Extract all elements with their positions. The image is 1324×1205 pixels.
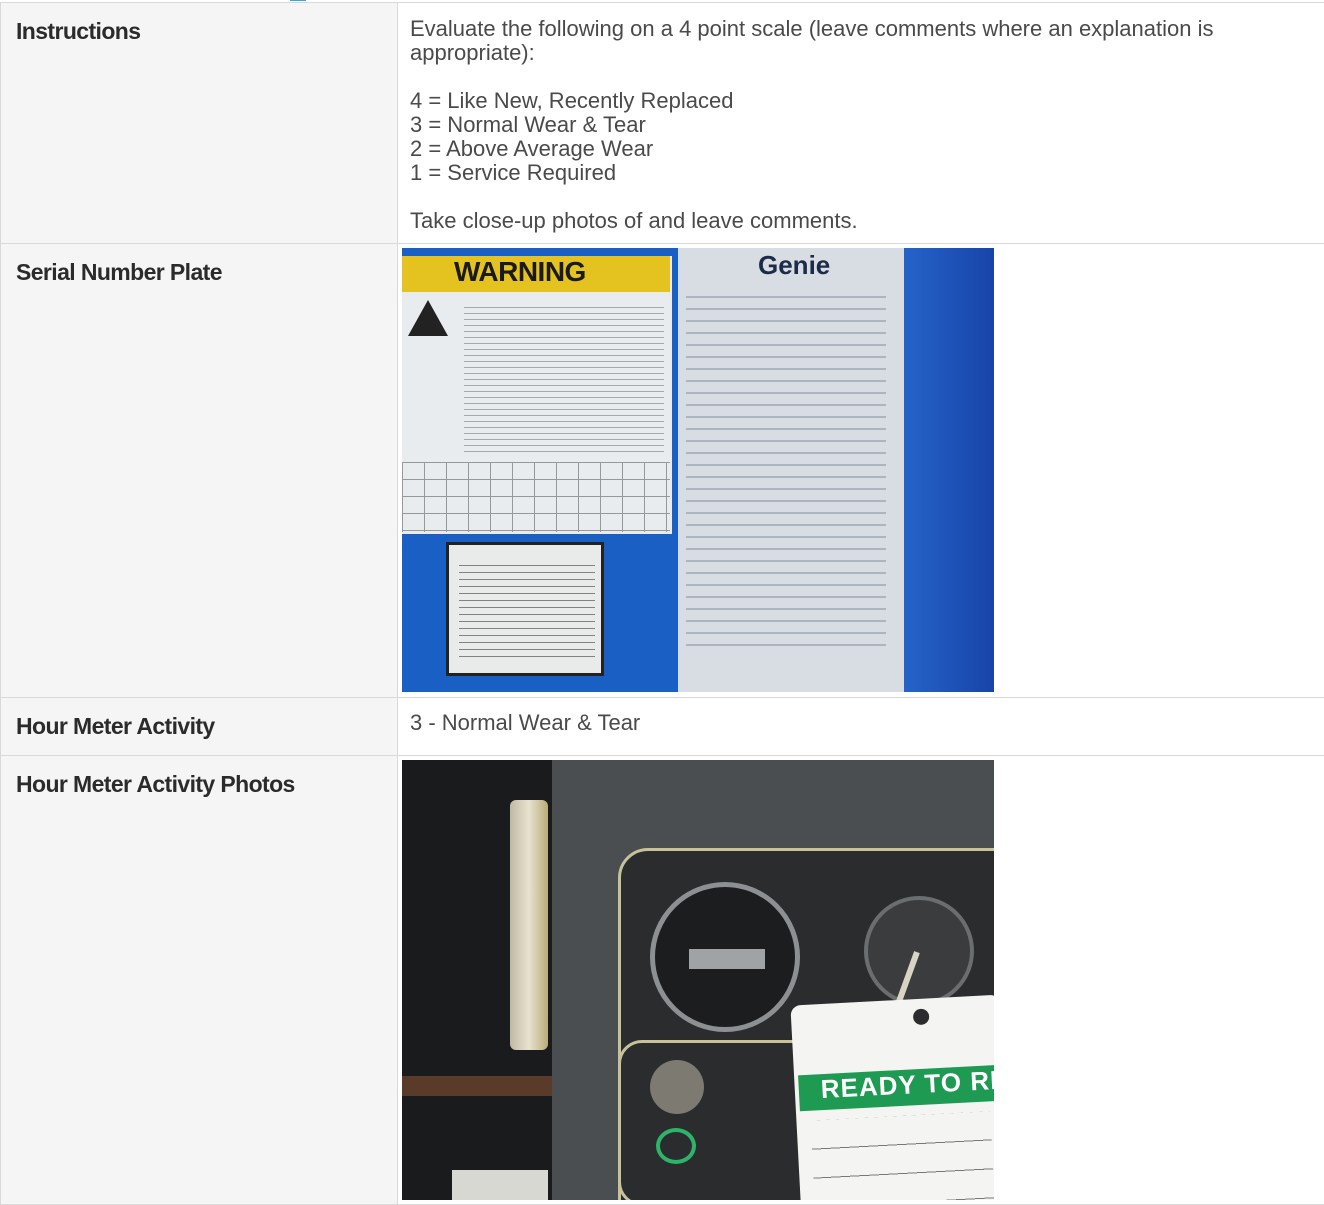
- hour-meter-photo[interactable]: READY TO RENT: [402, 760, 994, 1200]
- field-label: Serial Number Plate: [1, 244, 398, 698]
- inspection-grid: [402, 462, 670, 532]
- rental-tag-form-lines: [810, 1111, 994, 1200]
- scale-item: 2 = Above Average Wear: [410, 137, 1312, 161]
- scale-item: 4 = Like New, Recently Replaced: [410, 89, 1312, 113]
- field-label: Instructions: [1, 3, 398, 244]
- warning-triangle-icon: [408, 300, 448, 336]
- scale-item: 3 = Normal Wear & Tear: [410, 113, 1312, 137]
- field-label: Hour Meter Activity: [1, 698, 398, 756]
- instructions-content: Evaluate the following on a 4 point scal…: [398, 3, 1324, 244]
- warning-text-block: [464, 302, 664, 452]
- patent-sticker: [446, 542, 604, 676]
- instructions-paragraph: Evaluate the following on a 4 point scal…: [410, 17, 1312, 65]
- warning-label: WARNING: [454, 256, 586, 288]
- hour-meter-photo-cell: READY TO RENT: [398, 756, 1324, 1205]
- plate-text-lines: [686, 286, 886, 646]
- green-symbol-icon: [656, 1128, 696, 1164]
- scale-item: 1 = Service Required: [410, 161, 1312, 185]
- field-value: 3 - Normal Wear & Tear: [398, 698, 1324, 756]
- machine-body: [904, 248, 994, 692]
- row-hour-meter-photos: Hour Meter Activity Photos READY TO RENT: [1, 756, 1324, 1205]
- rental-tag: READY TO RENT: [790, 995, 994, 1200]
- hour-meter-gauge: [650, 882, 800, 1032]
- field-label: Hour Meter Activity Photos: [1, 756, 398, 1205]
- row-instructions: Instructions Evaluate the following on a…: [1, 3, 1324, 244]
- instructions-closing: Take close-up photos of and leave commen…: [410, 209, 1312, 233]
- row-serial-number-plate: Serial Number Plate WARNING Genie: [1, 244, 1324, 698]
- row-hour-meter-activity: Hour Meter Activity 3 - Normal Wear & Te…: [1, 698, 1324, 756]
- serial-plate-photo-cell: WARNING Genie: [398, 244, 1324, 698]
- ignition-key: [864, 896, 974, 1006]
- fluid-gauge: [510, 800, 548, 1050]
- small-sticker: [452, 1170, 548, 1200]
- link-fragment[interactable]: [290, 0, 306, 1]
- brand-logo: Genie: [758, 250, 830, 281]
- rust-bar: [402, 1076, 552, 1096]
- serial-plate: Genie: [678, 248, 904, 692]
- inspection-form-table: Instructions Evaluate the following on a…: [0, 2, 1324, 1205]
- toggle-switch: [650, 1060, 704, 1114]
- rating-scale: 4 = Like New, Recently Replaced 3 = Norm…: [410, 89, 1312, 185]
- serial-number-plate-photo[interactable]: WARNING Genie: [402, 248, 994, 692]
